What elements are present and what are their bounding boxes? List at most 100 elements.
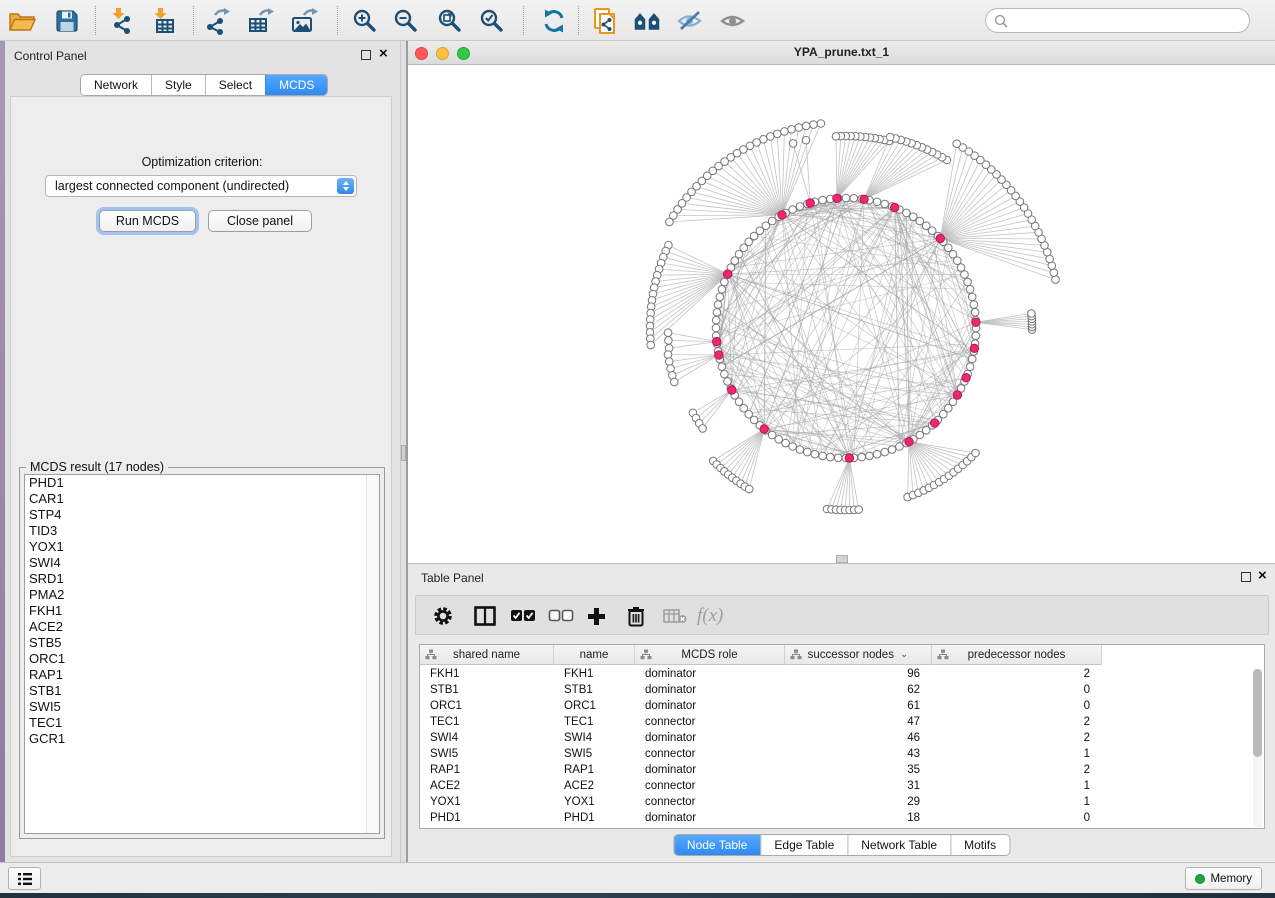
network-node[interactable] (713, 309, 721, 317)
network-node[interactable] (834, 454, 842, 462)
mcds-result-item[interactable]: ORC1 (25, 651, 379, 667)
network-node[interactable] (782, 439, 790, 447)
open-file-icon[interactable] (8, 7, 36, 35)
mcds-result-item[interactable]: TEC1 (25, 715, 379, 731)
mcds-result-item[interactable]: CAR1 (25, 491, 379, 507)
network-node[interactable] (953, 140, 961, 148)
network-mcds-node[interactable] (953, 391, 961, 399)
network-node[interactable] (966, 286, 974, 294)
table-cell[interactable]: 1 (932, 746, 1102, 762)
table-scrollbar[interactable] (1253, 669, 1262, 827)
memory-button[interactable]: Memory (1185, 867, 1262, 890)
network-node[interactable] (671, 378, 679, 386)
network-window-titlebar[interactable]: YPA_prune.txt_1 (408, 41, 1275, 65)
network-node[interactable] (810, 121, 818, 129)
network-node[interactable] (832, 133, 840, 141)
network-node[interactable] (731, 257, 739, 265)
network-node[interactable] (881, 448, 889, 456)
table-cell[interactable]: 31 (785, 778, 932, 794)
table-row[interactable]: SWI4SWI4dominator462 (420, 730, 1264, 746)
network-node[interactable] (721, 278, 729, 286)
table-cell[interactable]: 96 (785, 666, 932, 682)
table-cell[interactable]: TEC1 (420, 714, 554, 730)
table-cell[interactable]: STB1 (420, 682, 554, 698)
task-history-button[interactable] (8, 867, 41, 890)
mcds-result-item[interactable]: GCR1 (25, 731, 379, 747)
search-field[interactable] (985, 8, 1250, 33)
network-mcds-node[interactable] (905, 438, 913, 446)
network-mcds-node[interactable] (833, 194, 841, 202)
network-node[interactable] (888, 446, 896, 454)
network-node[interactable] (724, 378, 732, 386)
network-node[interactable] (789, 140, 797, 148)
column-chooser-icon[interactable] (474, 604, 496, 628)
network-node[interactable] (781, 128, 789, 136)
network-node[interactable] (745, 485, 753, 493)
network-node[interactable] (819, 452, 827, 460)
table-cell[interactable]: TEC1 (554, 714, 635, 730)
network-node[interactable] (666, 218, 674, 226)
mcds-result-item[interactable]: YOX1 (25, 539, 379, 555)
network-node[interactable] (910, 213, 918, 221)
tab-network-table[interactable]: Network Table (847, 835, 950, 855)
network-node[interactable] (714, 301, 722, 309)
network-mcds-node[interactable] (728, 386, 736, 394)
select-all-icon[interactable] (510, 604, 536, 628)
network-node[interactable] (804, 448, 812, 456)
run-mcds-button[interactable]: Run MCDS (99, 210, 196, 232)
refresh-icon[interactable] (540, 7, 568, 35)
table-cell[interactable]: SWI5 (554, 746, 635, 762)
network-node[interactable] (971, 309, 979, 317)
network-node[interactable] (964, 278, 972, 286)
network-mcds-node[interactable] (778, 211, 786, 219)
float-window-icon[interactable] (361, 50, 371, 60)
network-node[interactable] (866, 452, 874, 460)
close-panel-icon[interactable]: × (379, 44, 388, 64)
vertical-splitter[interactable] (400, 41, 407, 862)
table-row[interactable]: ORC1ORC1dominator610 (420, 698, 1264, 714)
network-mcds-node[interactable] (806, 199, 814, 207)
table-cell[interactable]: dominator (635, 666, 785, 682)
network-node[interactable] (858, 453, 866, 461)
network-node[interactable] (855, 506, 863, 514)
table-cell[interactable]: ACE2 (554, 778, 635, 794)
network-node[interactable] (712, 316, 720, 324)
column-header-name[interactable]: name (554, 645, 635, 665)
network-node[interactable] (1050, 269, 1058, 277)
network-node[interactable] (966, 363, 974, 371)
network-node[interactable] (968, 293, 976, 301)
network-mcds-node[interactable] (724, 270, 732, 278)
table-cell[interactable]: ACE2 (420, 778, 554, 794)
network-node[interactable] (665, 337, 673, 345)
table-cell[interactable]: SWI4 (554, 730, 635, 746)
network-mcds-node[interactable] (760, 425, 768, 433)
list-scrollbar[interactable] (366, 475, 379, 833)
network-node[interactable] (827, 453, 835, 461)
tab-select[interactable]: Select (205, 75, 265, 95)
network-mcds-node[interactable] (715, 351, 723, 359)
table-row[interactable]: SWI5SWI5connector431 (420, 746, 1264, 762)
table-cell[interactable]: dominator (635, 730, 785, 746)
table-cell[interactable]: dominator (635, 698, 785, 714)
export-table-icon[interactable] (246, 7, 274, 35)
table-cell[interactable]: 0 (932, 698, 1102, 714)
network-node[interactable] (903, 209, 911, 217)
network-node[interactable] (796, 446, 804, 454)
duplicate-network-icon[interactable] (592, 7, 620, 35)
network-node[interactable] (972, 449, 980, 457)
table-cell[interactable]: 62 (785, 682, 932, 698)
network-mcds-node[interactable] (845, 454, 853, 462)
network-node[interactable] (789, 206, 797, 214)
table-cell[interactable]: PHD1 (420, 810, 554, 826)
table-cell[interactable]: STB1 (554, 682, 635, 698)
network-node[interactable] (664, 329, 672, 337)
close-panel-button[interactable]: Close panel (208, 210, 312, 232)
table-cell[interactable]: 35 (785, 762, 932, 778)
splitter-grip[interactable] (401, 445, 406, 461)
table-cell[interactable]: RAP1 (420, 762, 554, 778)
network-node[interactable] (796, 203, 804, 211)
table-cell[interactable]: 2 (932, 666, 1102, 682)
column-header-shared-name[interactable]: shared name (420, 645, 554, 665)
table-cell[interactable]: RAP1 (554, 762, 635, 778)
zoom-fit-icon[interactable] (436, 7, 464, 35)
